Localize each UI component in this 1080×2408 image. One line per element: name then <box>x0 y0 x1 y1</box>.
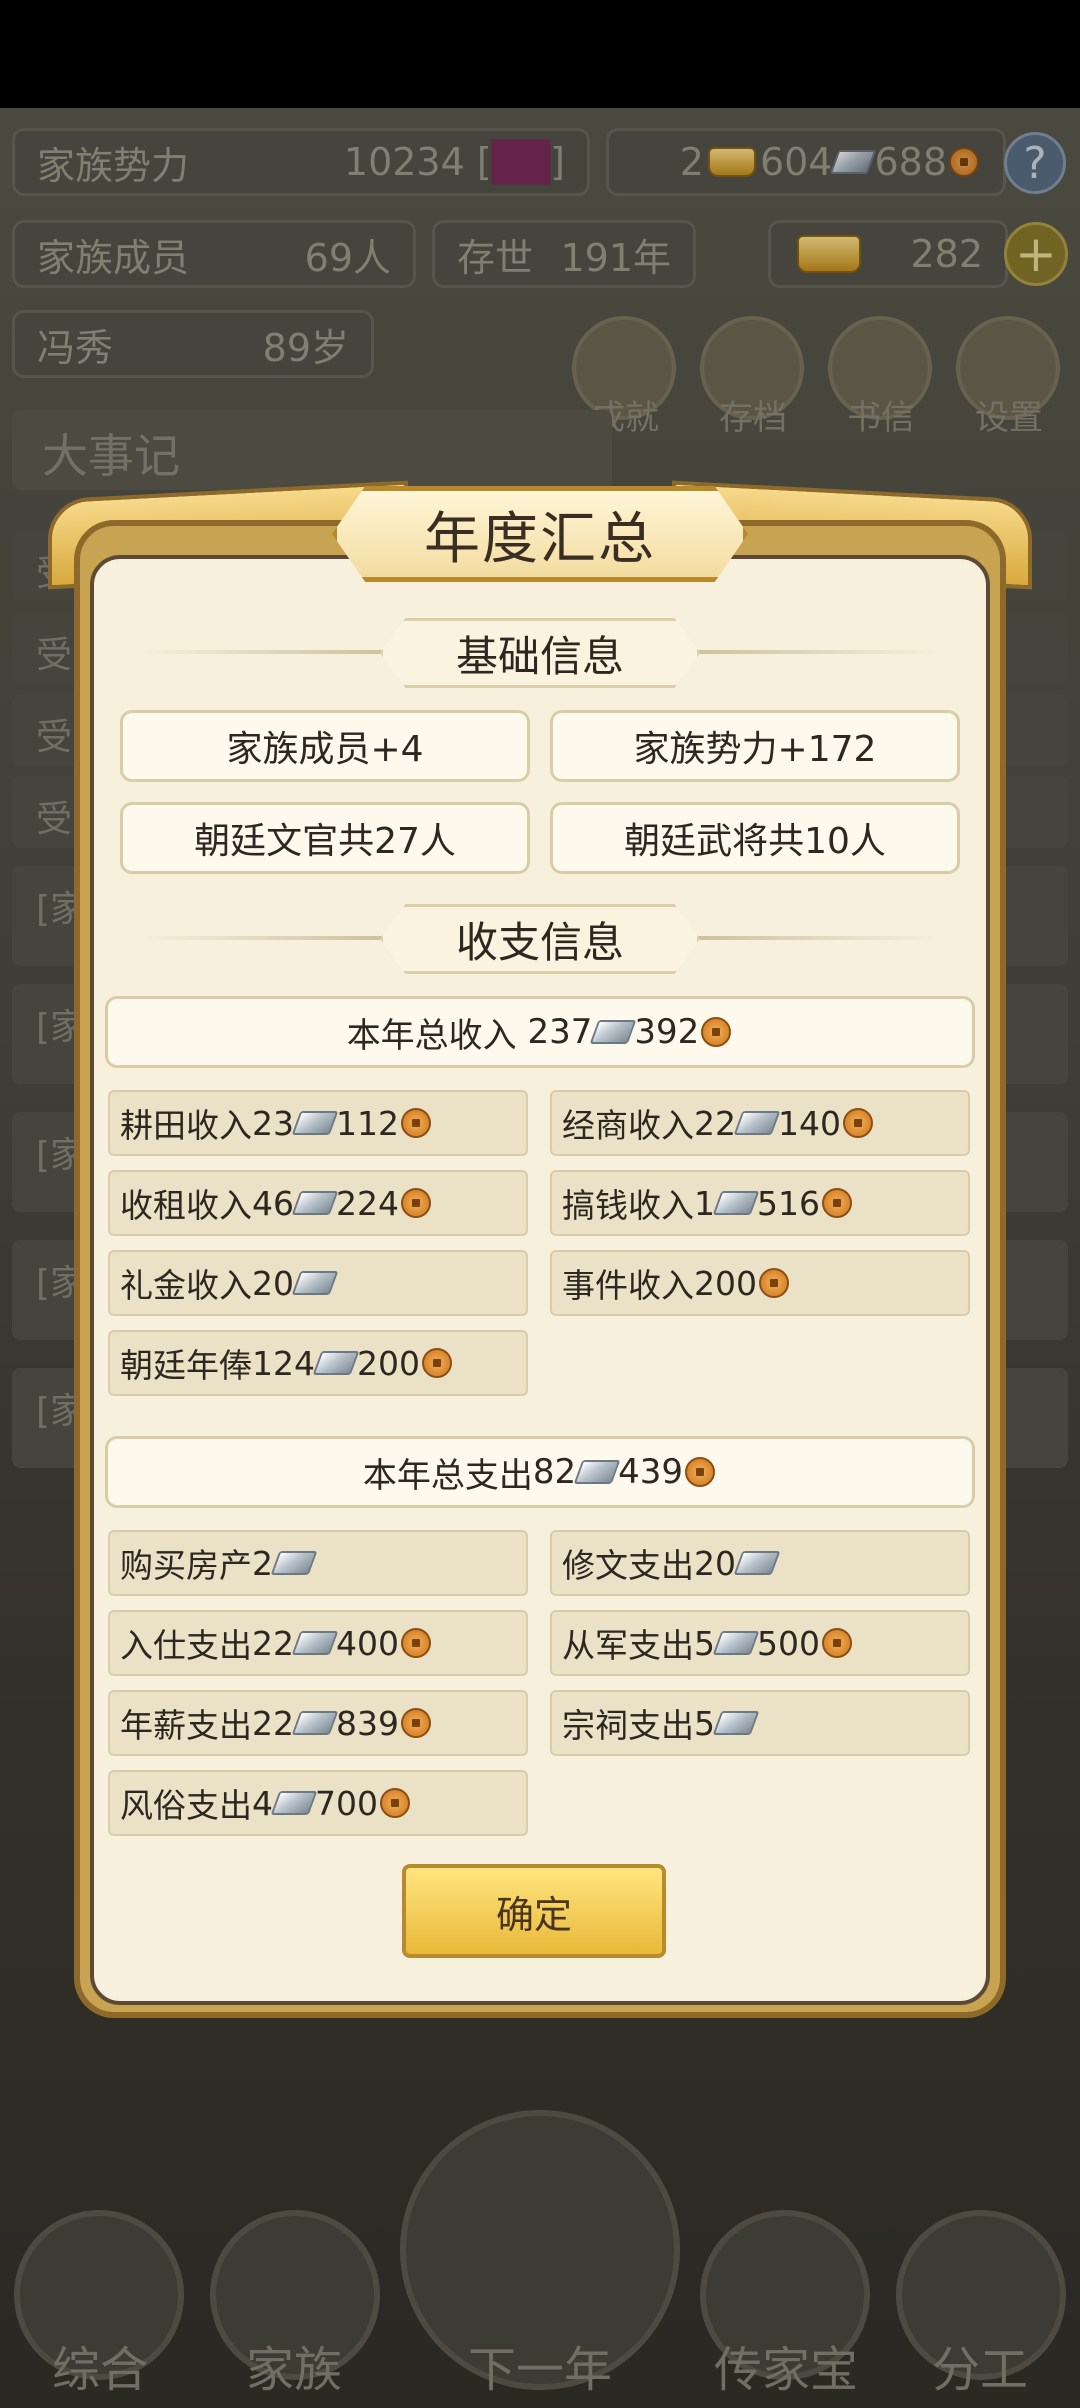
income-rent: 收租收入 46 224 <box>108 1170 528 1236</box>
coin-icon <box>401 1108 431 1138</box>
expense-property: 购买房产 2 <box>108 1530 528 1596</box>
silver-icon <box>312 1351 360 1375</box>
divider-right <box>690 650 940 654</box>
finance-info-header: 收支信息 <box>380 904 700 974</box>
income-court-salary: 朝廷年俸 124 200 <box>108 1330 528 1396</box>
silver-icon <box>712 1711 760 1735</box>
expense-wages: 年薪支出 22 839 <box>108 1690 528 1756</box>
coin-icon <box>822 1188 852 1218</box>
income-events: 事件收入 200 <box>550 1250 970 1316</box>
income-hustle: 搞钱收入 1 516 <box>550 1170 970 1236</box>
confirm-label: 确定 <box>495 1892 572 1937</box>
coin-icon <box>380 1788 410 1818</box>
silver-icon <box>712 1631 760 1655</box>
expense-officialdom: 入仕支出 22 400 <box>108 1610 528 1676</box>
income-total: 本年总收入 237 392 <box>105 996 975 1068</box>
expense-military: 从军支出 5 500 <box>550 1610 970 1676</box>
silver-icon <box>733 1111 781 1135</box>
silver-icon <box>270 1791 318 1815</box>
silver-icon <box>291 1111 339 1135</box>
coin-icon <box>759 1268 789 1298</box>
coin-icon <box>701 1017 732 1047</box>
members-change: 家族成员+4 <box>120 710 530 782</box>
power-change: 家族势力+172 <box>550 710 960 782</box>
silver-icon <box>270 1551 318 1575</box>
coin-icon <box>843 1108 873 1138</box>
divider-left <box>140 936 390 940</box>
expense-total: 本年总支出 82 439 <box>105 1436 975 1508</box>
silver-icon <box>291 1191 339 1215</box>
divider-left <box>140 650 390 654</box>
divider-right <box>690 936 940 940</box>
coin-icon <box>422 1348 452 1378</box>
silver-icon <box>291 1711 339 1735</box>
dialog-title-badge: 年度汇总 <box>332 486 748 582</box>
status-bar <box>0 0 1080 108</box>
silver-icon <box>733 1551 781 1575</box>
silver-icon <box>291 1271 339 1295</box>
coin-icon <box>685 1457 716 1487</box>
coin-icon <box>401 1628 431 1658</box>
basic-info-header: 基础信息 <box>380 618 700 688</box>
silver-icon <box>573 1460 621 1484</box>
dialog-title: 年度汇总 <box>424 506 656 572</box>
confirm-button[interactable]: 确定 <box>402 1864 666 1958</box>
civil-officials-count: 朝廷文官共27人 <box>120 802 530 874</box>
income-farming: 耕田收入 23 112 <box>108 1090 528 1156</box>
coin-icon <box>401 1708 431 1738</box>
silver-icon <box>712 1191 760 1215</box>
income-gifts: 礼金收入 20 <box>108 1250 528 1316</box>
coin-icon <box>822 1628 852 1658</box>
military-generals-count: 朝廷武将共10人 <box>550 802 960 874</box>
silver-icon <box>291 1631 339 1655</box>
expense-study: 修文支出 20 <box>550 1530 970 1596</box>
income-trade: 经商收入 22 140 <box>550 1090 970 1156</box>
expense-ancestral-hall: 宗祠支出 5 <box>550 1690 970 1756</box>
silver-icon <box>590 1020 637 1044</box>
coin-icon <box>401 1188 431 1218</box>
expense-customs: 风俗支出 4 700 <box>108 1770 528 1836</box>
